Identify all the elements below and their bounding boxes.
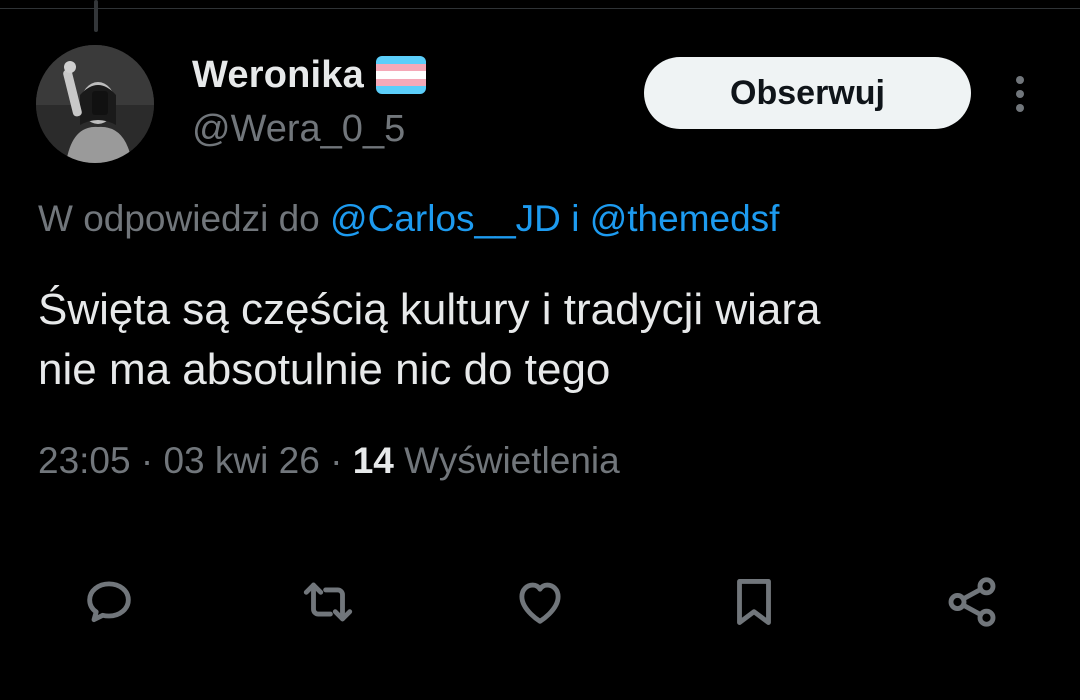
avatar-image bbox=[36, 45, 154, 163]
tweet-meta: 23:05 · 03 kwi 26 · 14 Wyświetlenia bbox=[38, 440, 620, 482]
follow-button[interactable]: Obserwuj bbox=[644, 57, 971, 129]
tweet-text-line-1: Święta są częścią kultury i tradycji wia… bbox=[38, 285, 821, 334]
like-button[interactable] bbox=[508, 570, 572, 634]
retweet-icon bbox=[303, 582, 353, 622]
reply-icon bbox=[87, 581, 131, 623]
retweet-button[interactable] bbox=[296, 570, 360, 634]
transgender-flag-icon bbox=[375, 56, 426, 94]
thread-connector-line bbox=[94, 0, 98, 32]
reply-context-prefix: W odpowiedzi do bbox=[38, 198, 320, 239]
avatar[interactable] bbox=[36, 45, 154, 163]
share-icon bbox=[948, 577, 996, 627]
share-button[interactable] bbox=[940, 570, 1004, 634]
author-display-name[interactable]: Weronika bbox=[192, 54, 364, 97]
like-heart-icon bbox=[519, 582, 561, 624]
views-count[interactable]: 14 bbox=[353, 440, 394, 481]
tweet-text: Święta są częścią kultury i tradycji wia… bbox=[38, 280, 1048, 400]
reply-button[interactable] bbox=[77, 570, 141, 634]
author-name-row[interactable]: Weronika bbox=[192, 52, 426, 98]
meta-separator: · bbox=[330, 440, 343, 481]
action-bar bbox=[0, 560, 1080, 640]
tweet-time[interactable]: 23:05 bbox=[38, 440, 131, 481]
bookmark-button[interactable] bbox=[722, 570, 786, 634]
mention-link-1[interactable]: @Carlos__JD bbox=[330, 198, 561, 239]
author-handle[interactable]: @Wera_0_5 bbox=[192, 108, 405, 151]
reply-context: W odpowiedzi do @Carlos__JD i @themedsf bbox=[38, 198, 779, 240]
tweet-text-line-2: nie ma absotulnie nic do tego bbox=[38, 345, 611, 394]
top-divider bbox=[0, 8, 1080, 9]
tweet-detail-view: Weronika @Wera_0_5 Obserwuj W odpowiedzi… bbox=[0, 0, 1080, 700]
tweet-date[interactable]: 03 kwi 26 bbox=[163, 440, 319, 481]
views-label[interactable]: Wyświetlenia bbox=[404, 440, 620, 481]
bookmark-icon bbox=[737, 579, 771, 625]
meta-separator: · bbox=[140, 440, 154, 481]
more-vertical-icon[interactable] bbox=[1000, 72, 1040, 116]
reply-context-conjunction[interactable]: i bbox=[571, 198, 579, 239]
mention-link-2[interactable]: @themedsf bbox=[590, 198, 780, 239]
